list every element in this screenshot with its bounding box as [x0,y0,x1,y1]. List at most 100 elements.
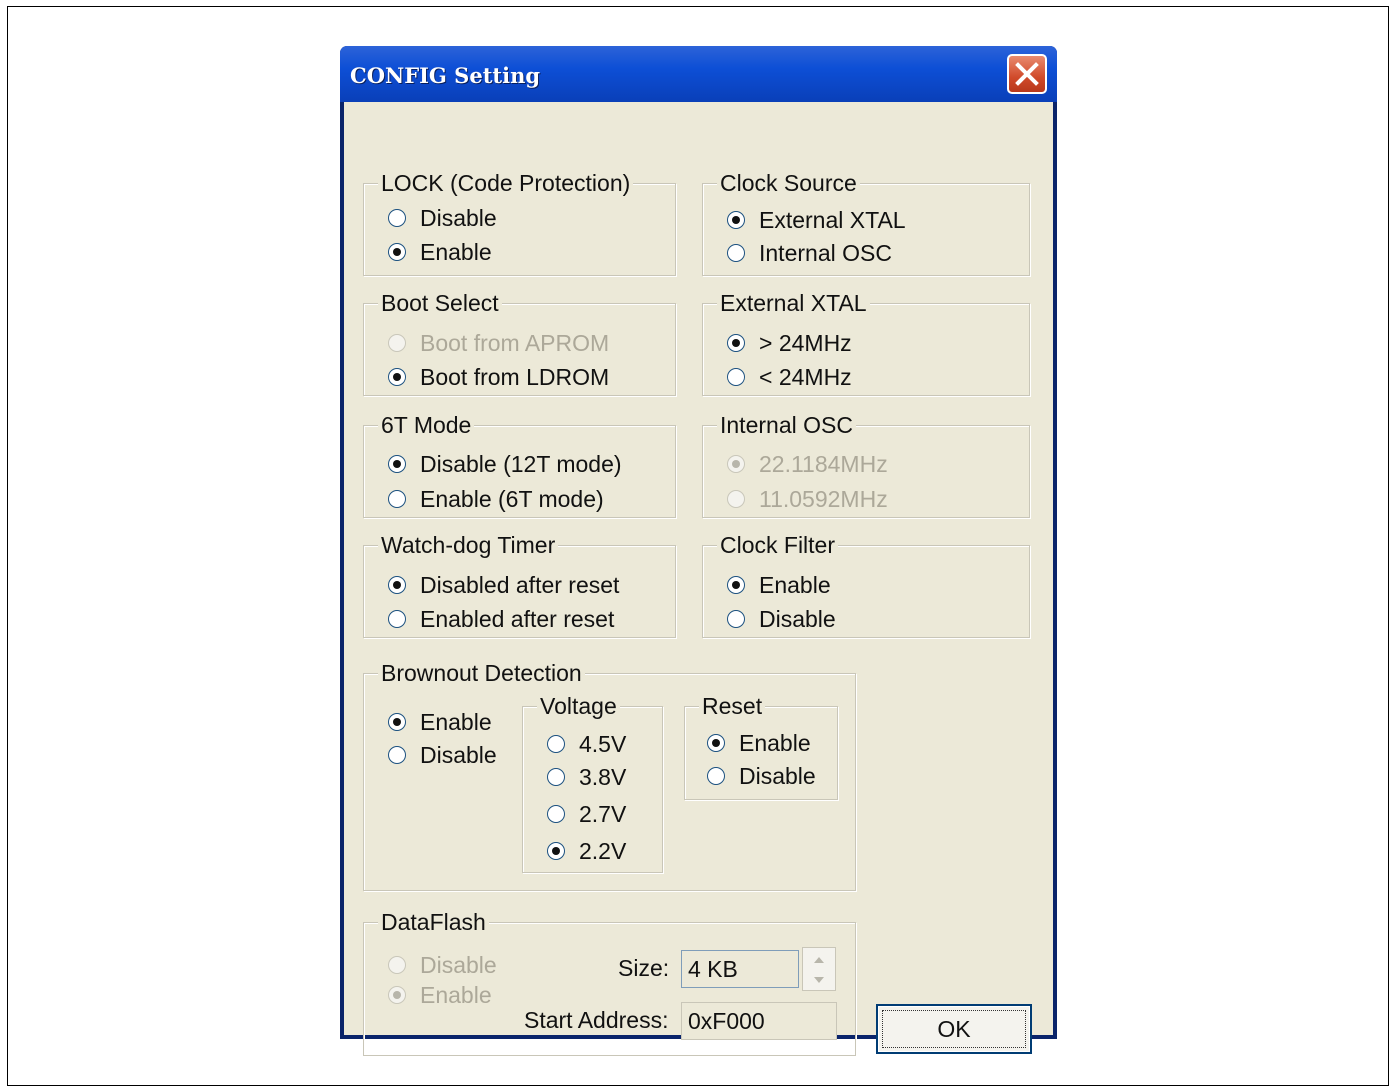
radio-button [388,956,406,974]
xtal-below-24mhz-radio[interactable]: < 24MHz [727,363,852,391]
clock-filter-legend: Clock Filter [717,532,839,558]
watchdog-disabled-radio[interactable]: Disabled after reset [388,571,619,599]
brownout-disable-radio[interactable]: Disable [388,741,497,769]
radio-label: Enable (6T mode) [420,485,604,512]
voltage-2-2v-radio[interactable]: 2.2V [547,837,626,865]
radio-button[interactable] [727,334,745,352]
radio-button[interactable] [707,734,725,752]
reset-disable-radio[interactable]: Disable [707,762,816,790]
voltage-4-5v-radio[interactable]: 4.5V [547,730,626,758]
clock-filter-enable-radio[interactable]: Enable [727,571,831,599]
clock-source-internal-radio[interactable]: Internal OSC [727,239,892,267]
radio-button[interactable] [727,610,745,628]
6t-enable-radio[interactable]: Enable (6T mode) [388,485,604,513]
start-address-label: Start Address: [524,1007,669,1033]
radio-button[interactable] [388,576,406,594]
radio-button [727,455,745,473]
radio-label: Enable [420,708,492,735]
clock-source-external-radio[interactable]: External XTAL [727,206,906,234]
start-address-field[interactable]: 0xF000 [681,1002,837,1040]
radio-label: Disabled after reset [420,571,620,598]
radio-button[interactable] [727,368,745,386]
radio-button[interactable] [547,842,565,860]
6t-mode-group: 6T Mode Disable (12T mode) Enable (6T mo… [363,412,676,518]
radio-label: Disable [739,762,816,789]
spin-down-button[interactable] [805,970,833,989]
6t-disable-radio[interactable]: Disable (12T mode) [388,450,622,478]
radio-label: 2.2V [579,837,627,864]
radio-button[interactable] [547,768,565,786]
radio-label: Enable [739,729,811,756]
radio-label: 22.1184MHz [759,450,888,477]
radio-label: External XTAL [759,206,906,233]
radio-label: 4.5V [579,730,627,757]
radio-button[interactable] [547,805,565,823]
clock-source-legend: Clock Source [717,170,860,196]
6t-mode-legend: 6T Mode [378,412,475,438]
brownout-legend: Brownout Detection [378,660,585,686]
brownout-enable-radio[interactable]: Enable [388,708,492,736]
close-button[interactable] [1007,54,1047,94]
radio-button[interactable] [727,576,745,594]
external-xtal-legend: External XTAL [717,290,870,316]
radio-button[interactable] [388,209,406,227]
watchdog-enabled-radio[interactable]: Enabled after reset [388,605,614,633]
radio-button[interactable] [388,610,406,628]
spin-up-button[interactable] [805,950,833,969]
lock-disable-radio[interactable]: Disable [388,204,497,232]
lock-enable-radio[interactable]: Enable [388,238,492,266]
voltage-group: Voltage 4.5V 3.8V 2.7V 2.2V [522,693,663,873]
radio-button [388,986,406,1004]
size-spinner[interactable] [802,947,836,991]
radio-button[interactable] [388,455,406,473]
window-title: CONFIG Setting [350,63,541,88]
radio-label: Disable (12T mode) [420,450,622,477]
dataflash-enable-radio: Enable [388,981,492,1009]
radio-label: Disable [420,204,497,231]
clock-filter-disable-radio[interactable]: Disable [727,605,836,633]
radio-label: > 24MHz [759,329,852,356]
xtal-above-24mhz-radio[interactable]: > 24MHz [727,329,852,357]
boot-aprom-radio: Boot from APROM [388,329,609,357]
reset-group: Reset Enable Disable [684,693,838,800]
lock-group: LOCK (Code Protection) Disable Enable [363,170,676,276]
radio-button[interactable] [727,244,745,262]
ok-button[interactable]: OK [876,1004,1032,1054]
radio-button[interactable] [388,368,406,386]
voltage-3-8v-radio[interactable]: 3.8V [547,763,626,791]
radio-button[interactable] [388,243,406,261]
radio-label: Enabled after reset [420,605,615,632]
external-xtal-group: External XTAL > 24MHz < 24MHz [702,290,1030,396]
radio-button[interactable] [727,211,745,229]
reset-enable-radio[interactable]: Enable [707,729,811,757]
radio-label: Disable [420,741,497,768]
dataflash-group: DataFlash Disable Enable Size: 4 KB Star… [363,909,856,1056]
voltage-legend: Voltage [537,693,620,719]
radio-label: Enable [759,571,831,598]
title-bar[interactable]: CONFIG Setting [340,46,1057,102]
focus-rect [882,1010,1026,1048]
radio-button[interactable] [547,735,565,753]
boot-select-legend: Boot Select [378,290,502,316]
radio-label: Boot from LDROM [420,363,610,390]
radio-button [388,334,406,352]
boot-ldrom-radio[interactable]: Boot from LDROM [388,363,609,391]
dataflash-disable-radio: Disable [388,951,497,979]
size-field[interactable]: 4 KB [681,950,799,988]
boot-select-group: Boot Select Boot from APROM Boot from LD… [363,290,676,396]
clock-source-group: Clock Source External XTAL Internal OSC [702,170,1030,276]
radio-label: Enable [420,238,492,265]
watchdog-legend: Watch-dog Timer [378,532,559,558]
radio-label: 3.8V [579,763,627,790]
radio-button[interactable] [388,746,406,764]
spin-down-icon [814,976,824,983]
size-label: Size: [618,955,670,981]
radio-button[interactable] [388,490,406,508]
internal-osc-group: Internal OSC 22.1184MHz 11.0592MHz [702,412,1030,518]
radio-button[interactable] [707,767,725,785]
radio-button[interactable] [388,713,406,731]
voltage-2-7v-radio[interactable]: 2.7V [547,800,626,828]
close-icon [1015,62,1039,86]
osc-11mhz-radio: 11.0592MHz [727,485,888,513]
radio-label: Boot from APROM [420,329,610,356]
